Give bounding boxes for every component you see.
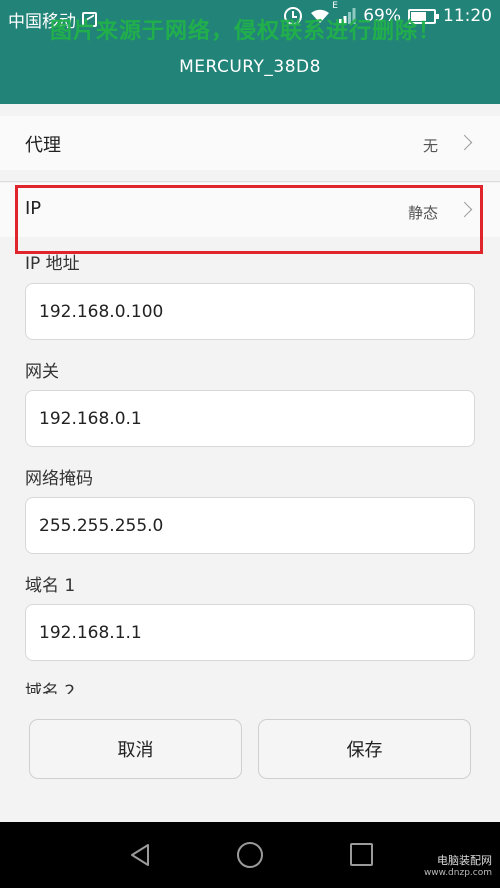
proxy-setting-row[interactable]: 代理 无 — [0, 116, 500, 170]
proxy-label: 代理 — [25, 135, 61, 156]
netmask-label: 网络掩码 — [25, 469, 93, 489]
network-type-label: E — [332, 1, 338, 11]
clock: 11:20 — [443, 6, 492, 26]
gateway-input[interactable]: 192.168.0.1 — [25, 390, 475, 447]
home-icon[interactable] — [237, 842, 263, 868]
chevron-right-icon — [456, 201, 473, 218]
navigation-bar: 电脑装配网 www.dnzp.com — [0, 822, 500, 888]
ip-setting-row[interactable]: IP 静态 — [0, 183, 500, 237]
dns1-input[interactable]: 192.168.1.1 — [25, 604, 475, 661]
cancel-button[interactable]: 取消 — [29, 719, 242, 779]
recent-apps-icon[interactable] — [350, 843, 373, 866]
netmask-input[interactable]: 255.255.255.0 — [25, 497, 475, 554]
gateway-label: 网关 — [25, 362, 59, 382]
ip-address-label: IP 地址 — [25, 254, 80, 274]
page-title: MERCURY_38D8 — [179, 57, 321, 77]
dns1-label: 域名 1 — [25, 576, 76, 596]
ip-mode-value: 静态 — [407, 204, 438, 222]
chevron-right-icon — [456, 134, 473, 151]
site-name: 电脑装配网 — [437, 854, 492, 867]
ip-address-input[interactable]: 192.168.0.100 — [25, 283, 475, 340]
ip-label: IP — [25, 198, 42, 219]
divider — [0, 181, 500, 182]
back-icon[interactable] — [128, 843, 152, 867]
watermark-text: 图片来源于网络，侵权联系进行删除！ — [50, 19, 442, 44]
proxy-value: 无 — [422, 137, 438, 155]
site-url: www.dnzp.com — [423, 868, 492, 878]
site-watermark: 电脑装配网 www.dnzp.com — [424, 854, 492, 880]
app-header: 中国移动 E 69% 11:20 图片来源于网络，侵权联系进行删除！ MERCU… — [0, 0, 500, 104]
save-button[interactable]: 保存 — [258, 719, 471, 779]
